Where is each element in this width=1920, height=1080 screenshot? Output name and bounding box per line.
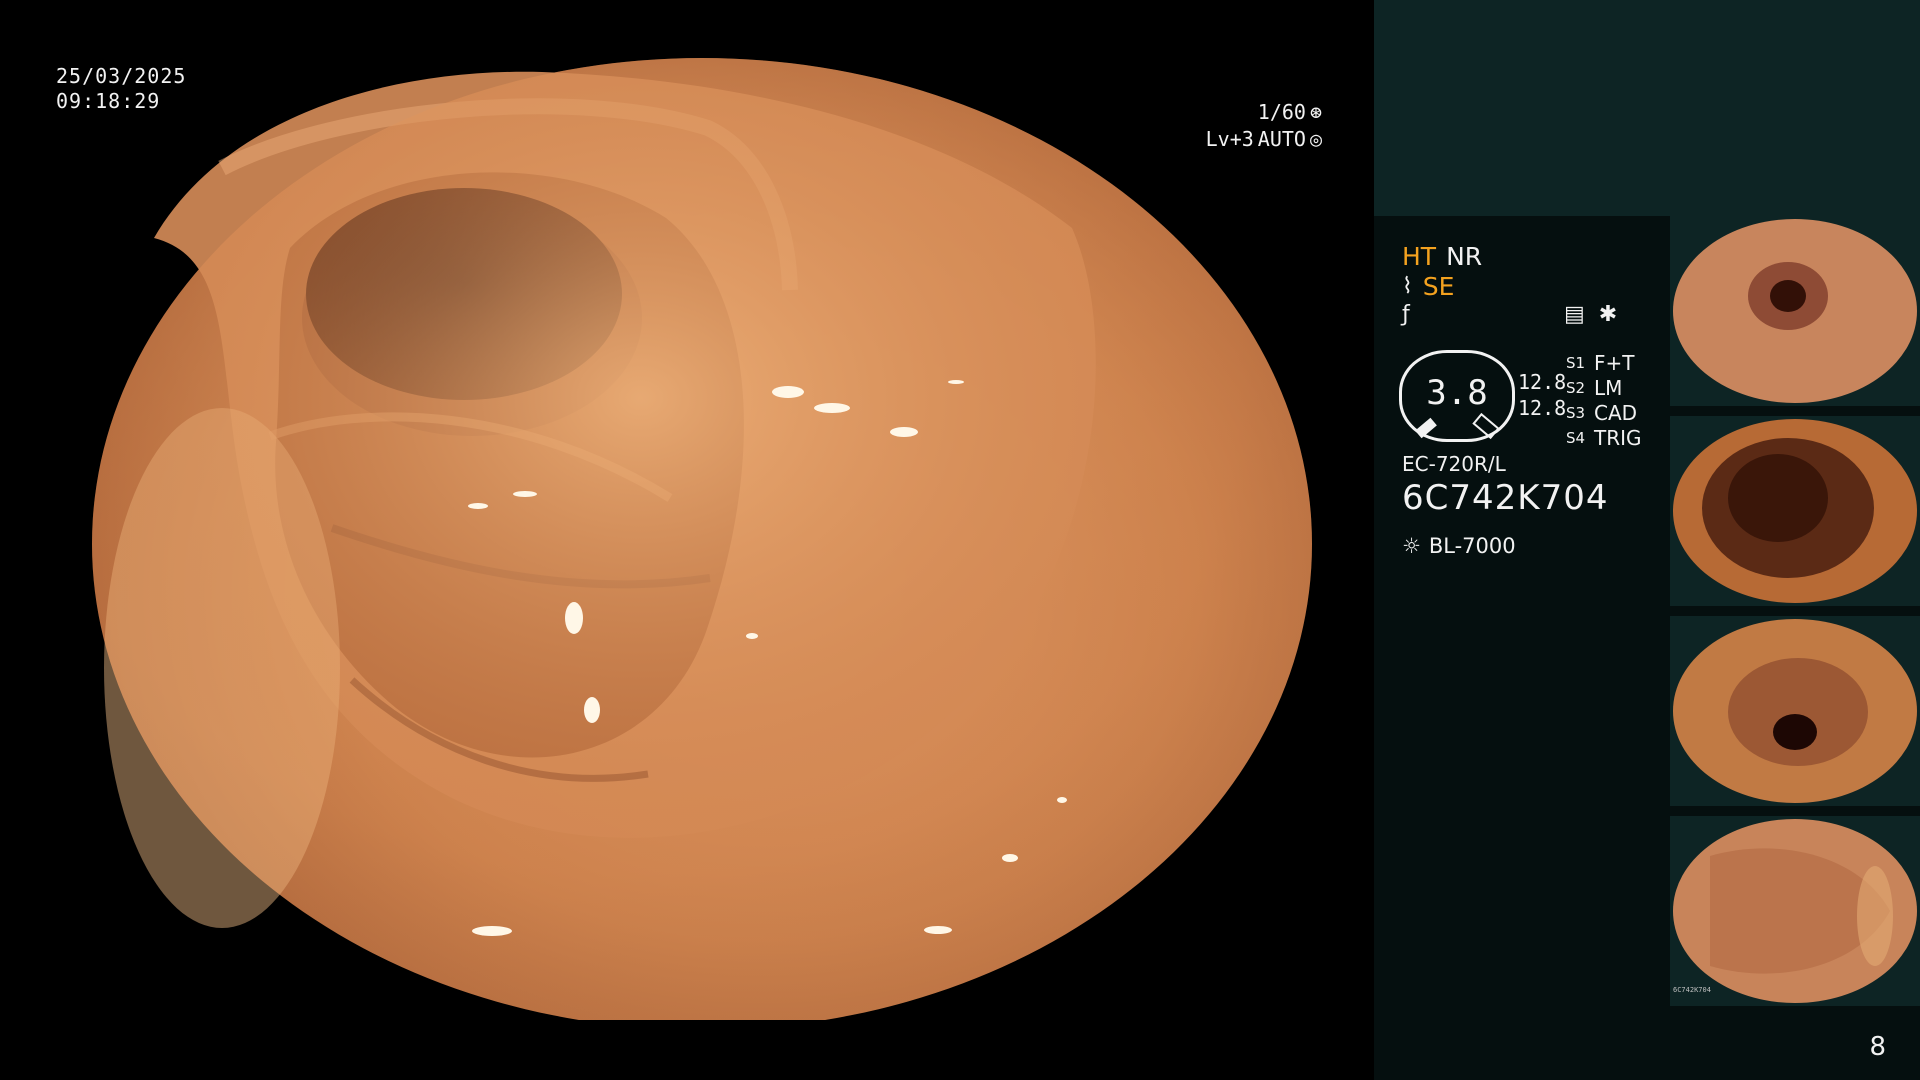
light-source-model: BL-7000 — [1428, 534, 1516, 558]
scope-model: EC-720R/L — [1402, 452, 1506, 476]
dial-value: 3.8 — [1426, 373, 1488, 413]
insertion-dial: 3.8 — [1399, 350, 1515, 442]
captured-thumbnail-2[interactable] — [1670, 416, 1920, 606]
scope-settings-icon: ▤ — [1564, 302, 1585, 327]
se-mode-label: SE — [1422, 272, 1455, 301]
switch-s1: S1 F+T — [1566, 350, 1635, 375]
switch-s3: S3 CAD — [1566, 400, 1638, 425]
captured-thumbnail-1[interactable] — [1670, 216, 1920, 406]
capture-date: 25/03/2025 — [56, 64, 187, 88]
wave-icon: ⌇ — [1402, 274, 1413, 299]
shutter-speed-indicator: 1/60 ⊛ — [1258, 100, 1322, 124]
switch-s4: S4 TRIG — [1566, 425, 1642, 450]
ht-mode-label: HT — [1402, 242, 1437, 271]
light-source-indicator: ☼ BL-7000 — [1402, 534, 1516, 558]
endoscope-video-frame — [92, 58, 1312, 1020]
captured-thumbnail-4[interactable]: 6C742K704 — [1670, 816, 1920, 1006]
dial-marker-right — [1472, 412, 1500, 440]
target-icon: ◎ — [1309, 127, 1322, 151]
switch-s2: S2 LM — [1566, 375, 1623, 400]
exposure-value-1: 12.8 — [1518, 370, 1567, 394]
light-bulb-icon: ☼ — [1402, 534, 1421, 558]
shutter-value: 1/60 — [1257, 100, 1306, 124]
aperture-icon: ⊛ — [1309, 100, 1322, 124]
endoscopy-main-view: 25/03/2025 09:18:29 1/60 ⊛ Lv+3 AUTO ◎ — [0, 0, 1374, 1080]
asterisk-icon: ✱ — [1598, 302, 1618, 327]
scope-mode-icons: ▤ ✱ — [1564, 302, 1617, 327]
filter-row: ƒ — [1402, 302, 1410, 327]
dial-marker-left — [1415, 417, 1437, 439]
scope-settings-panel: HT NR ⌇ SE ƒ ▤ ✱ 3.8 12.8 12.8 S1 F+T S2 L… — [1374, 216, 1670, 1080]
page-number: 8 — [1869, 1032, 1886, 1062]
iris-mode-value: AUTO — [1257, 127, 1306, 151]
capture-time: 09:18:29 — [56, 89, 161, 113]
structure-enhancement-row: ⌇ SE — [1402, 272, 1454, 301]
nr-mode-label: NR — [1446, 242, 1483, 271]
brightness-level-indicator: Lv+3 AUTO ◎ — [1206, 127, 1322, 151]
filter-icon: ƒ — [1402, 302, 1410, 327]
endoscope-status-panel: HT NR ⌇ SE ƒ ▤ ✱ 3.8 12.8 12.8 S1 F+T S2 L… — [1374, 0, 1920, 1080]
scope-switch-assignments: S1 F+T S2 LM S3 CAD S4 TRIG — [1566, 350, 1642, 450]
level-value: Lv+3 — [1205, 127, 1254, 151]
image-enhancement-row: HT NR — [1402, 242, 1482, 271]
captured-thumbnail-3[interactable] — [1670, 616, 1920, 806]
scope-serial-number: 6C742K704 — [1402, 478, 1609, 518]
exposure-value-2: 12.8 — [1518, 396, 1567, 420]
thumbnail-serial: 6C742K704 — [1673, 986, 1711, 994]
captured-image-strip: 6C742K704 — [1670, 216, 1920, 1016]
patient-info-area — [1374, 0, 1920, 216]
